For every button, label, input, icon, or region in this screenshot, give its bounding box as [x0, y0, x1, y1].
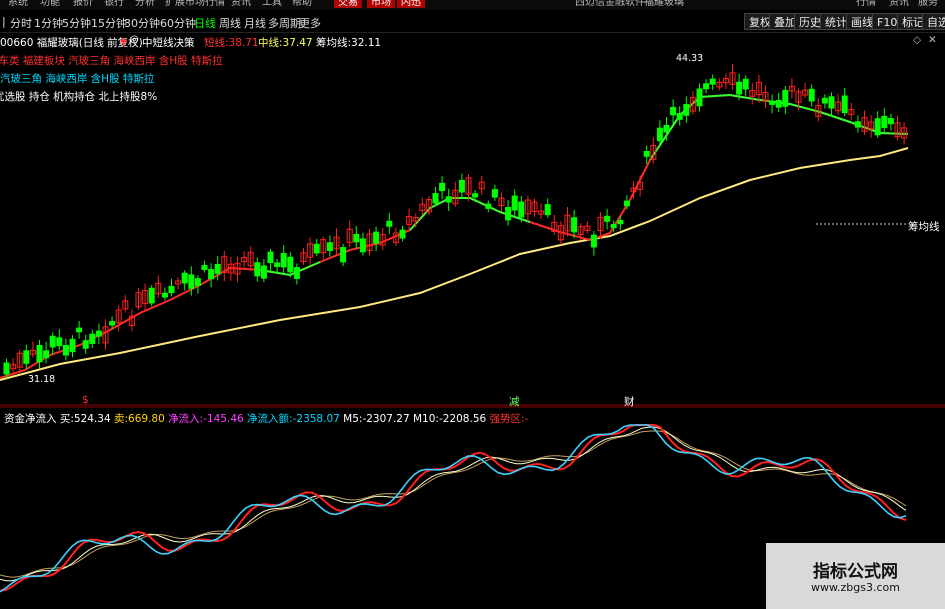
- candle-body: [656, 127, 663, 142]
- candle-body: [49, 335, 56, 348]
- candle-body: [95, 330, 102, 337]
- candle-body: [280, 253, 287, 268]
- candle-body: [399, 229, 406, 239]
- candle-body: [201, 265, 208, 271]
- candle-body: [168, 285, 175, 294]
- cost-line-tag: 筹均线: [908, 221, 940, 233]
- candle-body: [511, 195, 518, 211]
- candle-body: [287, 256, 294, 273]
- candle-body: [703, 83, 710, 90]
- candle-body: [353, 233, 360, 243]
- candle-body: [472, 193, 479, 198]
- candle-body: [676, 112, 683, 120]
- candle-body: [782, 89, 789, 107]
- candle-body: [208, 269, 215, 280]
- sub-indicator-header: 资金净流入 买:524.34 卖:669.80 净流入:-145.46 净流入额…: [4, 413, 529, 425]
- event-mark-finance[interactable]: 财: [624, 394, 635, 409]
- candle-body: [340, 247, 347, 263]
- candle-body: [828, 96, 835, 109]
- candle-body: [485, 203, 492, 209]
- candle-body: [874, 118, 881, 136]
- candle-body: [373, 231, 380, 244]
- watermark: 指标公式网 www.zbgs3.com: [766, 543, 945, 609]
- candle-body: [3, 362, 10, 375]
- candle-body: [775, 99, 782, 108]
- candle-body: [841, 95, 848, 114]
- candle-body: [643, 150, 650, 157]
- watermark-title: 指标公式网: [813, 562, 898, 582]
- candle-body: [491, 189, 498, 198]
- candle-body: [696, 88, 703, 107]
- candle-body: [439, 182, 446, 192]
- candle-body: [188, 274, 195, 289]
- event-mark-reduce[interactable]: 减: [509, 394, 520, 409]
- candle-body: [148, 287, 155, 304]
- candle-body: [709, 78, 716, 85]
- candle-body: [881, 115, 888, 129]
- candle-body: [386, 220, 393, 227]
- candle-body: [56, 337, 63, 347]
- candle-body: [742, 78, 749, 90]
- candle-body: [617, 220, 624, 225]
- candle-body: [293, 266, 300, 279]
- candle-body: [854, 121, 861, 128]
- candle-body: [736, 81, 743, 95]
- candle-body: [62, 344, 69, 356]
- candle-body: [23, 350, 30, 364]
- candle-body: [76, 327, 83, 333]
- candle-body: [267, 251, 274, 264]
- candle-body: [808, 88, 815, 102]
- price-chart[interactable]: [0, 0, 945, 609]
- candle-body: [887, 118, 894, 125]
- candle-body: [194, 278, 201, 286]
- candle-body: [214, 263, 221, 274]
- high-price-label: 44.33: [676, 53, 704, 64]
- candle-body: [36, 344, 43, 363]
- candle-body: [821, 97, 828, 104]
- candle-body: [274, 262, 281, 267]
- candle-body: [432, 193, 439, 204]
- candle-body: [161, 292, 168, 298]
- event-mark-dividend[interactable]: $: [82, 394, 89, 406]
- candle-body: [623, 200, 630, 207]
- candle-body: [254, 262, 261, 277]
- candle-body: [89, 333, 96, 345]
- candle-body: [359, 238, 366, 253]
- candle-body: [518, 201, 525, 218]
- candle-body: [445, 196, 452, 203]
- candle-body: [610, 224, 617, 229]
- candle-body: [69, 338, 76, 353]
- candle-body: [326, 242, 333, 252]
- candle-body: [505, 206, 512, 221]
- candle-body: [683, 103, 690, 116]
- candle-body: [544, 204, 551, 216]
- candle-body: [769, 100, 776, 105]
- candle-body: [181, 272, 188, 284]
- candle-body: [571, 217, 578, 233]
- candle-body: [109, 321, 116, 326]
- low-price-label: 31.18: [28, 374, 56, 385]
- short-line: [0, 93, 909, 379]
- cost-average-line: [0, 147, 909, 381]
- watermark-url: www.zbgs3.com: [811, 581, 900, 594]
- candle-body: [260, 265, 267, 279]
- candle-body: [43, 350, 50, 359]
- candle-body: [604, 215, 611, 222]
- candle-body: [458, 179, 465, 193]
- candle-body: [313, 243, 320, 254]
- candle-body: [82, 340, 89, 349]
- candle-body: [590, 234, 597, 248]
- candle-body: [663, 125, 670, 133]
- candle-body: [670, 106, 677, 116]
